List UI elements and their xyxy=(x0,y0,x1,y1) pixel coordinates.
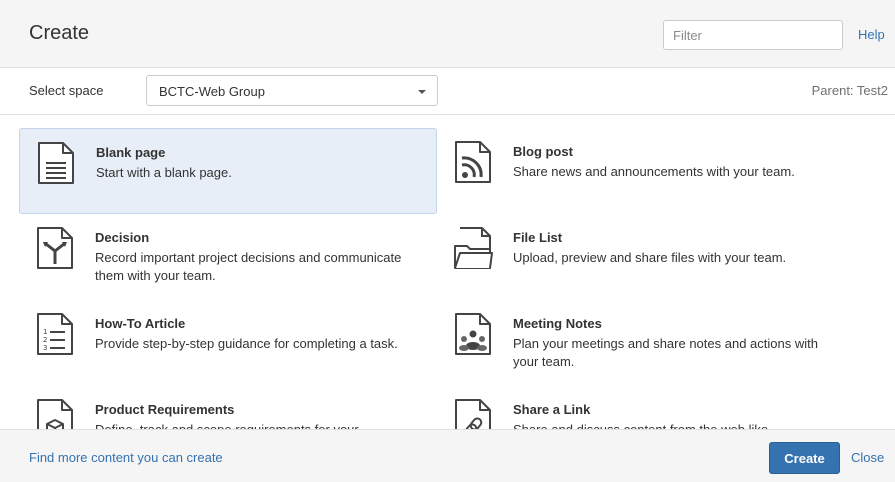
blog-post-icon xyxy=(455,141,491,183)
product-requirements-icon xyxy=(37,399,73,429)
template-blank-page[interactable]: Blank page Start with a blank page. xyxy=(19,128,437,214)
template-name: File List xyxy=(513,230,563,245)
dialog-title: Create xyxy=(29,22,90,44)
template-description: Upload, preview and share files with you… xyxy=(513,250,787,265)
template-name: Product Requirements xyxy=(95,402,235,417)
find-more-content-link[interactable]: Find more content you can create xyxy=(29,450,223,465)
template-description: Share news and announcements with your t… xyxy=(513,164,795,179)
template-name: Share a Link xyxy=(513,402,591,417)
space-dropdown[interactable]: BCTC-Web Group xyxy=(146,75,438,106)
template-name: Blank page xyxy=(96,145,166,160)
space-dropdown-value: BCTC-Web Group xyxy=(159,84,265,99)
decision-icon xyxy=(37,227,73,269)
blank-page-icon xyxy=(38,142,74,184)
svg-text:2: 2 xyxy=(43,336,47,344)
space-selector-bar: Select space BCTC-Web Group Parent: Test… xyxy=(0,68,895,115)
select-space-label: Select space xyxy=(29,83,104,98)
chevron-down-icon xyxy=(418,90,426,94)
dialog-header: Create Help xyxy=(0,0,895,68)
create-button[interactable]: Create xyxy=(769,442,840,474)
template-product-requirements[interactable]: Product Requirements Define, track and s… xyxy=(19,386,437,429)
share-link-icon xyxy=(455,399,491,429)
template-file-list[interactable]: File List Upload, preview and share file… xyxy=(437,214,855,300)
meeting-notes-icon xyxy=(455,313,491,355)
template-description: Plan your meetings and share notes and a… xyxy=(513,336,818,369)
template-name: Blog post xyxy=(513,144,573,159)
template-description: Record important project decisions and c… xyxy=(95,250,402,283)
template-name: How-To Article xyxy=(95,316,186,331)
file-list-icon xyxy=(454,227,493,269)
template-name: Meeting Notes xyxy=(513,316,602,331)
template-meeting-notes[interactable]: Meeting Notes Plan your meetings and sha… xyxy=(437,300,855,386)
svg-text:3: 3 xyxy=(43,344,47,352)
template-grid: Blank page Start with a blank page. Blog… xyxy=(0,116,895,429)
template-decision[interactable]: Decision Record important project decisi… xyxy=(19,214,437,300)
template-description: Define, track and scope requirements for… xyxy=(95,421,425,429)
close-link[interactable]: Close xyxy=(851,450,884,465)
template-blog-post[interactable]: Blog post Share news and announcements w… xyxy=(437,128,855,214)
help-link[interactable]: Help xyxy=(858,27,885,42)
filter-input[interactable] xyxy=(663,20,843,50)
template-how-to-article[interactable]: 1 2 3 How-To Article Provide step-by-ste… xyxy=(19,300,437,386)
parent-page-label: Parent: Test2 xyxy=(811,83,888,98)
template-description: Share and discuss content from the web l… xyxy=(513,421,843,429)
template-share-link[interactable]: Share a Link Share and discuss content f… xyxy=(437,386,855,429)
svg-text:1: 1 xyxy=(43,328,47,336)
dialog-footer: Find more content you can create Create … xyxy=(0,429,895,482)
template-description: Start with a blank page. xyxy=(96,165,232,180)
how-to-article-icon: 1 2 3 xyxy=(37,313,73,355)
template-description: Provide step-by-step guidance for comple… xyxy=(95,336,398,351)
template-name: Decision xyxy=(95,230,150,245)
